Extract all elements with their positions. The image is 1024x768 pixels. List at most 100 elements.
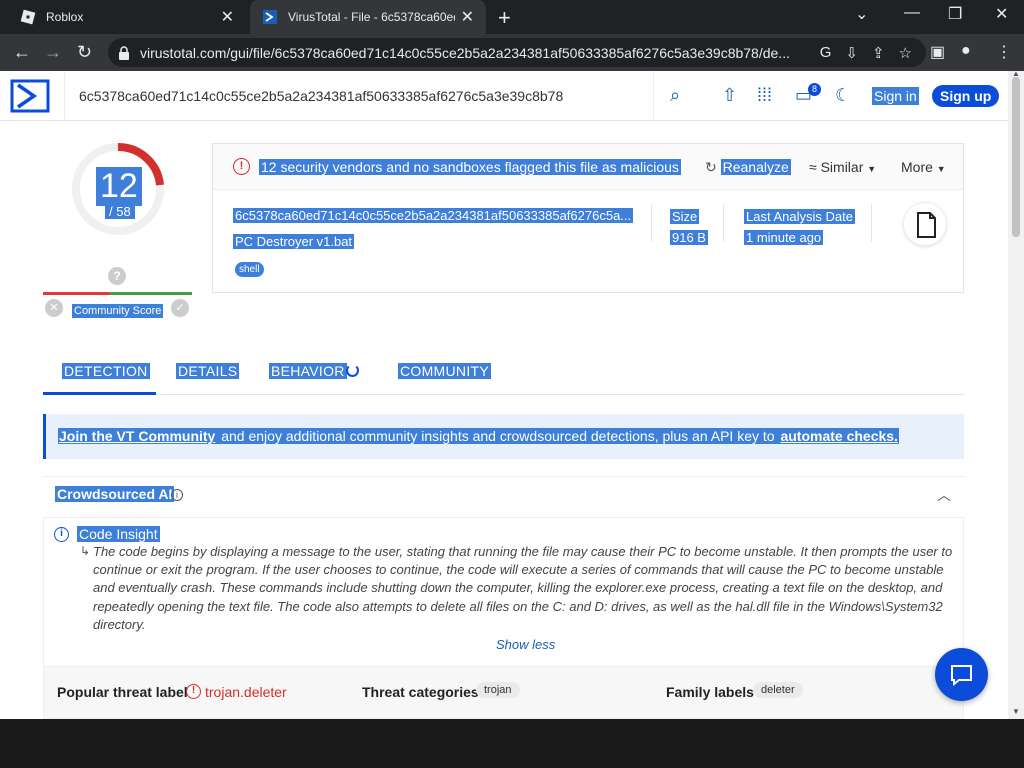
size-value: 916 B bbox=[670, 230, 708, 245]
roblox-icon bbox=[20, 9, 36, 25]
url-text: virustotal.com/gui/file/6c5378ca60ed71c1… bbox=[140, 44, 790, 61]
refresh-icon: ↻ bbox=[705, 159, 717, 175]
close-tab-icon[interactable]: ✕ bbox=[221, 7, 234, 27]
reanalyze-button[interactable]: ↻ Reanalyze bbox=[705, 159, 791, 176]
show-less-link[interactable]: Show less bbox=[496, 637, 555, 652]
upload-icon[interactable]: ⇧ bbox=[722, 85, 737, 106]
last-analysis-value: 1 minute ago bbox=[744, 230, 824, 245]
summary-header: ! 12 security vendors and no sandboxes f… bbox=[213, 144, 963, 190]
community-score-bar bbox=[43, 292, 192, 295]
reload-icon[interactable]: ↻ bbox=[77, 42, 92, 63]
malicious-flag-text: 12 security vendors and no sandboxes fla… bbox=[259, 159, 681, 175]
page-scrollbar[interactable]: ▲ ▼ bbox=[1008, 69, 1024, 719]
threat-labels-row: Popular threat label ! trojan.deleter Th… bbox=[43, 666, 964, 719]
code-insight-title: Code Insight bbox=[77, 526, 160, 542]
report-tabs: DETECTION DETAILS BEHAVIOR COMMUNITY bbox=[43, 351, 964, 395]
file-summary-card: ! 12 security vendors and no sandboxes f… bbox=[212, 143, 964, 293]
scroll-down-icon[interactable]: ▼ bbox=[1012, 707, 1020, 716]
profile-icon[interactable]: ● bbox=[961, 42, 971, 60]
join-community-link[interactable]: Join the VT Community bbox=[58, 428, 217, 444]
loading-spinner-icon bbox=[346, 364, 359, 377]
tab-community[interactable]: COMMUNITY bbox=[398, 363, 492, 379]
vt-header: 6c5378ca60ed71c14c0c55ce2b5a2a234381af50… bbox=[0, 71, 1008, 121]
similar-icon: ≈ bbox=[809, 159, 817, 175]
crowdsourced-ai-title: Crowdsourced AI bbox=[55, 486, 175, 502]
side-panel-icon[interactable]: ▣ bbox=[930, 42, 945, 62]
popular-threat-label: Popular threat label bbox=[57, 684, 188, 700]
virustotal-favicon-icon bbox=[263, 10, 277, 24]
virustotal-page: 6c5378ca60ed71c14c0c55ce2b5a2a234381af50… bbox=[0, 71, 1008, 719]
browser-tab-title: VirusTotal - File - 6c5378ca60ed7 bbox=[288, 10, 455, 24]
browser-tab-title: Roblox bbox=[46, 10, 84, 24]
community-banner: Join the VT Community and enjoy addition… bbox=[43, 414, 964, 459]
code-insight-text: The code begins by displaying a message … bbox=[93, 544, 953, 632]
google-icon[interactable]: G bbox=[820, 44, 832, 61]
question-icon: ? bbox=[108, 267, 126, 285]
size-label: Size bbox=[670, 209, 700, 224]
sign-up-button[interactable]: Sign up bbox=[932, 85, 1000, 107]
threat-categories-label: Threat categories bbox=[362, 684, 479, 700]
forward-icon[interactable]: → bbox=[44, 42, 62, 63]
address-bar[interactable]: virustotal.com/gui/file/6c5378ca60ed71c1… bbox=[108, 38, 926, 67]
tab-behavior[interactable]: BEHAVIOR bbox=[269, 363, 347, 379]
close-tab-icon[interactable]: ✕ bbox=[461, 7, 474, 27]
collapse-chevron-icon[interactable]: ︿ bbox=[937, 485, 951, 505]
sign-in-button[interactable]: Sign in bbox=[872, 87, 919, 105]
document-icon bbox=[917, 212, 936, 238]
dark-mode-moon-icon[interactable]: ☾ bbox=[835, 85, 851, 106]
caret-down-icon: ▼ bbox=[936, 164, 946, 174]
more-dropdown[interactable]: More ▼ bbox=[901, 159, 946, 175]
threat-category-chip[interactable]: trojan bbox=[476, 682, 520, 698]
last-analysis-label: Last Analysis Date bbox=[744, 209, 855, 224]
vote-harmless-icon[interactable]: ✓ bbox=[171, 299, 189, 317]
community-score-label: Community Score bbox=[72, 304, 164, 318]
back-icon[interactable]: ← bbox=[13, 42, 31, 63]
info-icon: i bbox=[54, 527, 69, 542]
warning-icon: ! bbox=[233, 158, 250, 175]
more-label: More bbox=[901, 159, 933, 175]
minimize-icon[interactable]: — bbox=[904, 4, 920, 22]
browser-tab-roblox[interactable]: Roblox ✕ bbox=[8, 0, 246, 34]
search-input[interactable]: 6c5378ca60ed71c14c0c55ce2b5a2a234381af50… bbox=[64, 71, 654, 121]
detections-total: / 58 bbox=[105, 204, 135, 219]
chrome-menu-icon[interactable]: ⋮ bbox=[996, 42, 1012, 62]
chat-bubble-icon bbox=[951, 665, 972, 687]
taskbar bbox=[0, 719, 1024, 768]
info-icon[interactable]: i bbox=[171, 489, 183, 501]
notifications-count-badge: 8 bbox=[808, 83, 821, 96]
file-name: PC Destroyer v1.bat bbox=[233, 234, 355, 249]
file-tag[interactable]: shell bbox=[235, 262, 264, 277]
chat-button[interactable] bbox=[935, 648, 988, 701]
warning-icon: ! bbox=[186, 684, 201, 699]
tab-search-chevron-icon[interactable]: ⌄ bbox=[855, 4, 868, 24]
browser-tab-strip: Roblox ✕ VirusTotal - File - 6c5378ca60e… bbox=[0, 0, 1024, 34]
close-window-icon[interactable]: ✕ bbox=[995, 4, 1008, 24]
vote-harmful-icon[interactable]: ✕ bbox=[45, 299, 63, 317]
search-icon[interactable]: ⌕ bbox=[670, 85, 680, 106]
family-labels-label: Family labels bbox=[666, 684, 754, 700]
popular-threat-value[interactable]: trojan.deleter bbox=[205, 684, 287, 700]
virustotal-logo-icon[interactable] bbox=[10, 79, 50, 113]
divider bbox=[651, 204, 652, 242]
apps-grid-icon[interactable]: ⁞⁞⁞ bbox=[757, 85, 772, 106]
lock-icon bbox=[119, 45, 129, 60]
family-label-chip[interactable]: deleter bbox=[753, 682, 803, 698]
similar-dropdown[interactable]: ≈ Similar ▼ bbox=[809, 159, 876, 175]
new-tab-icon[interactable]: + bbox=[498, 5, 511, 31]
browser-toolbar: ← → ↻ virustotal.com/gui/file/6c5378ca60… bbox=[0, 34, 1024, 71]
reply-arrow-icon: ↳ bbox=[80, 544, 91, 558]
share-icon[interactable]: ⇪ bbox=[872, 44, 885, 62]
automate-checks-link[interactable]: automate checks. bbox=[779, 428, 899, 444]
banner-text: and enjoy additional community insights … bbox=[216, 428, 780, 444]
tab-details[interactable]: DETAILS bbox=[176, 363, 240, 379]
bookmark-star-icon[interactable]: ☆ bbox=[899, 44, 912, 62]
file-type-icon bbox=[903, 202, 947, 246]
restore-icon[interactable]: ❐ bbox=[948, 4, 962, 24]
tab-detection[interactable]: DETECTION bbox=[62, 363, 150, 379]
browser-tab-virustotal[interactable]: VirusTotal - File - 6c5378ca60ed7 ✕ bbox=[250, 0, 486, 34]
reanalyze-label: Reanalyze bbox=[720, 159, 791, 175]
file-hash[interactable]: 6c5378ca60ed71c14c0c55ce2b5a2a234381af50… bbox=[233, 208, 634, 223]
divider bbox=[871, 204, 872, 242]
install-app-icon[interactable]: ⇩ bbox=[845, 44, 858, 62]
scrollbar-thumb[interactable] bbox=[1012, 77, 1020, 237]
